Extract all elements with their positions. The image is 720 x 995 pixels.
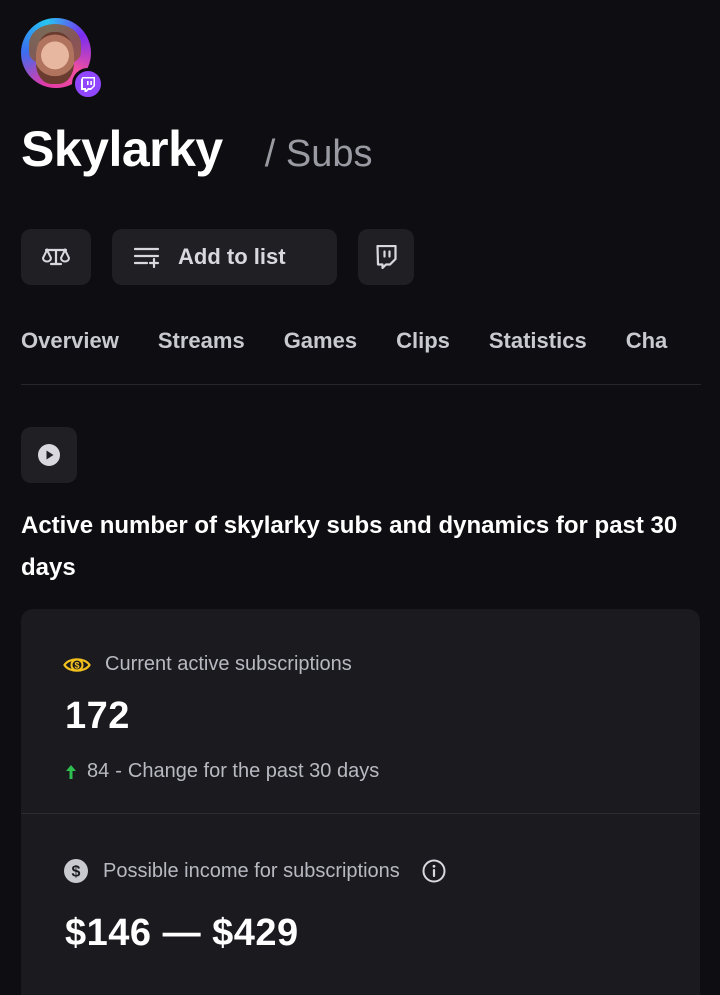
stats-card: $ Current active subscriptions 172 84 - … xyxy=(21,609,700,995)
active-subscriptions-label-row: $ Current active subscriptions xyxy=(63,653,352,676)
compare-button[interactable] xyxy=(21,229,91,285)
income-label: Possible income for subscriptions xyxy=(103,859,400,882)
svg-text:$: $ xyxy=(72,864,81,881)
page: Skylarky / Subs Add to list Overview Str… xyxy=(0,0,720,995)
change-separator: - xyxy=(115,760,122,782)
active-subscriptions-value: 172 xyxy=(65,695,130,737)
income-label-row: $ Possible income for subscriptions xyxy=(63,858,446,884)
svg-text:$: $ xyxy=(74,660,79,670)
scales-icon xyxy=(41,246,71,268)
add-to-list-button[interactable]: Add to list xyxy=(112,229,337,285)
play-button[interactable] xyxy=(21,427,77,483)
tab-clips[interactable]: Clips xyxy=(396,322,450,360)
channel-name: Skylarky xyxy=(21,121,223,177)
dollar-circle-icon: $ xyxy=(63,858,89,884)
money-eye-icon: $ xyxy=(63,655,91,675)
twitch-icon xyxy=(375,245,397,269)
tab-overview[interactable]: Overview xyxy=(21,322,119,360)
channel-avatar[interactable] xyxy=(21,18,104,100)
active-subscriptions-section: $ Current active subscriptions 172 84 - … xyxy=(21,609,700,814)
open-twitch-button[interactable] xyxy=(358,229,414,285)
tab-streams[interactable]: Streams xyxy=(158,322,245,360)
tab-games[interactable]: Games xyxy=(284,322,357,360)
add-to-list-label: Add to list xyxy=(178,244,286,269)
twitch-badge-icon xyxy=(72,68,104,100)
income-section: $ Possible income for subscriptions $146… xyxy=(21,814,700,995)
tab-statistics[interactable]: Statistics xyxy=(489,322,587,360)
arrow-up-icon xyxy=(65,764,77,780)
tab-channels[interactable]: Cha xyxy=(626,322,668,360)
active-subscriptions-label: Current active subscriptions xyxy=(105,653,352,675)
play-icon xyxy=(37,443,61,467)
change-label: Change for the past 30 days xyxy=(127,760,380,782)
info-icon[interactable] xyxy=(422,859,446,883)
breadcrumb-section: / Subs xyxy=(264,133,373,175)
playlist-add-icon xyxy=(134,246,160,268)
change-value: 84 xyxy=(87,760,110,782)
tab-bar: Overview Streams Games Clips Statistics Cha xyxy=(21,322,701,385)
income-value: $146 — $429 xyxy=(65,912,299,954)
subscriptions-change: 84 - Change for the past 30 days xyxy=(65,760,379,783)
page-title: Skylarky / Subs xyxy=(21,120,372,178)
section-heading: Active number of skylarky subs and dynam… xyxy=(21,512,678,581)
